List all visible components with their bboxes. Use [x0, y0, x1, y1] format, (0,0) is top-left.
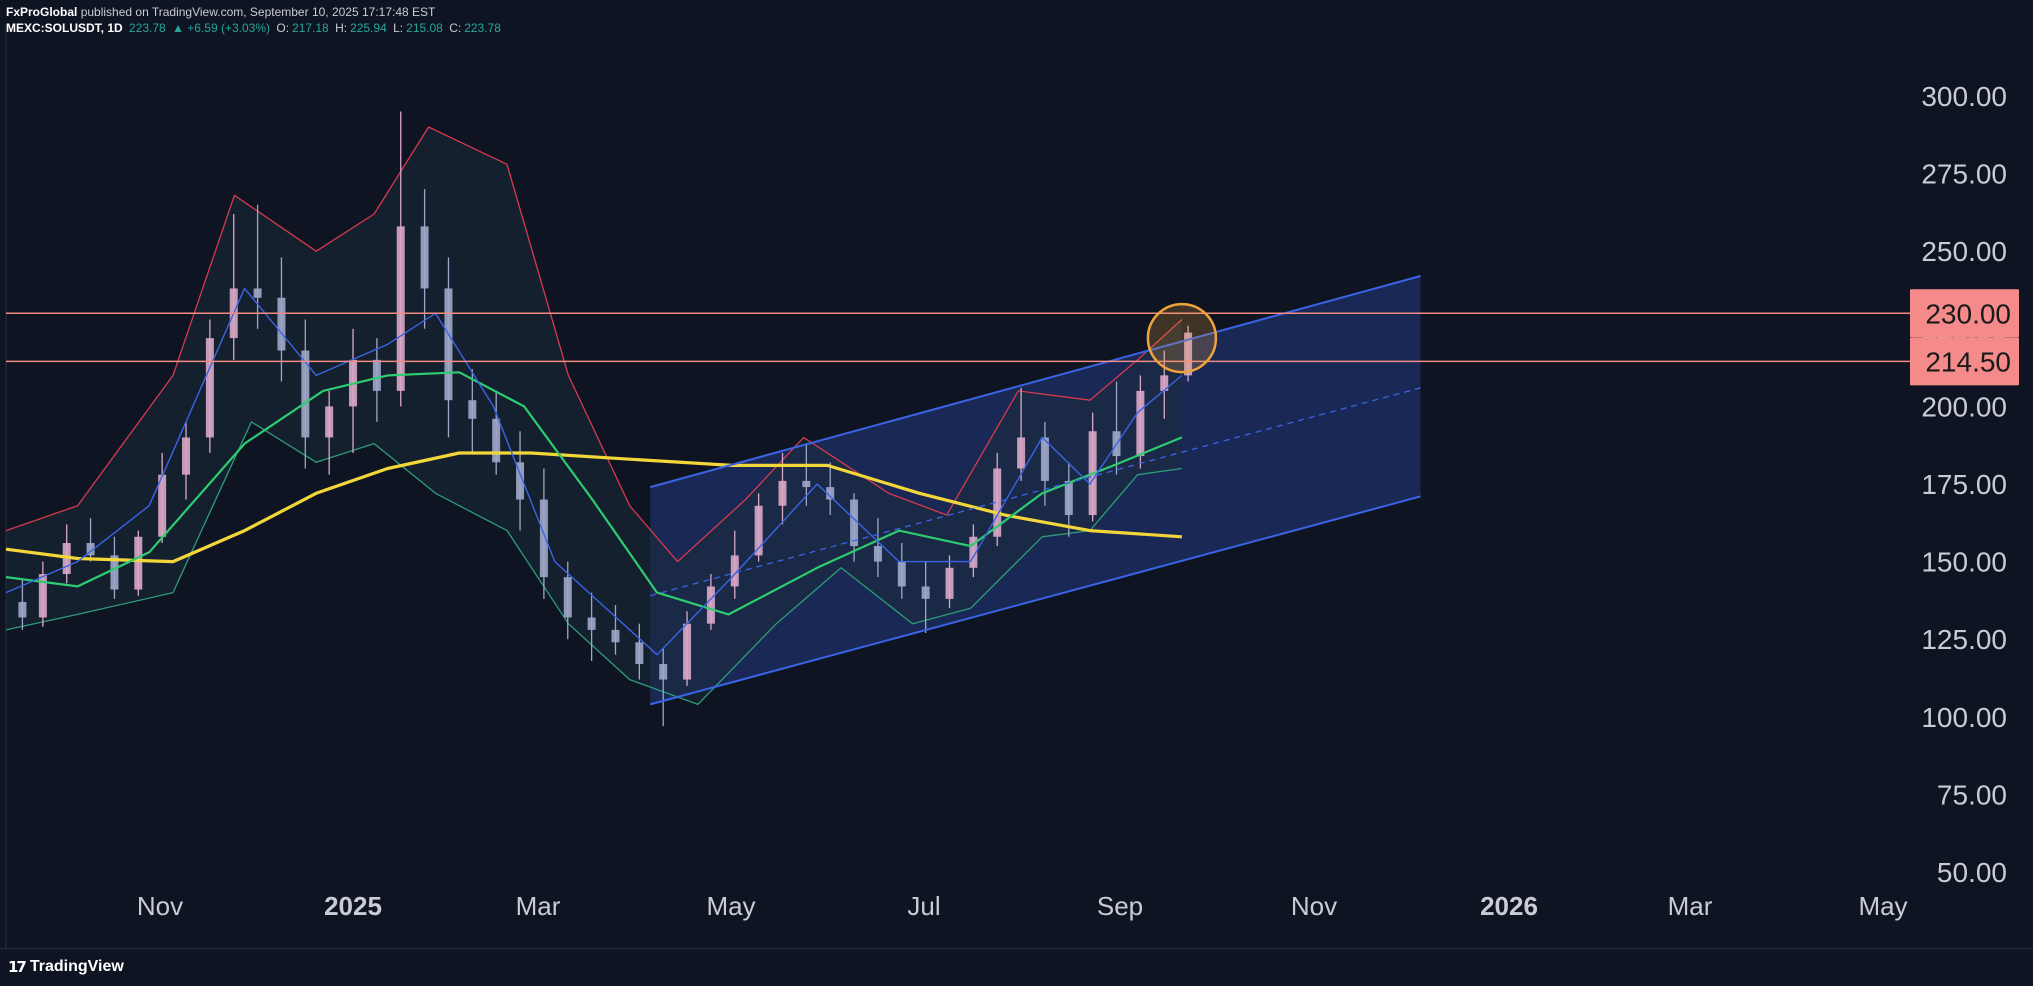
candle-body [873, 546, 882, 562]
candle-body [182, 437, 191, 475]
candle-body [659, 664, 668, 680]
y-tick-label: 175.00 [1921, 469, 2007, 500]
tradingview-logo[interactable]: 17 TradingView [8, 958, 124, 976]
publish-line: FxProGlobal published on TradingView.com… [6, 4, 504, 20]
candle-body [253, 288, 262, 298]
y-tick-label: 250.00 [1921, 236, 2007, 267]
x-tick-label: 2025 [324, 891, 382, 921]
y-tick-label: 100.00 [1921, 702, 2007, 733]
candle-body [1136, 390, 1145, 457]
symbol-label[interactable]: MEXC:SOLUSDT, 1D [6, 21, 123, 35]
x-tick-label: Mar [516, 891, 561, 921]
candle-body [205, 338, 214, 438]
candle-body [706, 586, 715, 624]
low-label: L: [393, 21, 404, 35]
candle-body [802, 480, 811, 488]
candle-body [683, 623, 692, 680]
candle-body [921, 586, 930, 599]
candle-body [18, 601, 27, 618]
candle-body [897, 561, 906, 587]
candle-body [1064, 480, 1073, 516]
price-chart[interactable]: 50.00 75.00 100.00 125.00 150.00 175.00 200.00… [0, 0, 2033, 948]
high-value: 225.94 [350, 21, 387, 35]
candle-body [372, 359, 381, 391]
candle-body [492, 418, 501, 463]
level-label: 214.50 [1925, 346, 2011, 377]
level-label: 230.00 [1925, 298, 2011, 329]
candle-body [420, 226, 429, 289]
y-tick-label: 300.00 [1921, 81, 2007, 112]
candle-body [778, 480, 787, 506]
candle-body [945, 567, 954, 599]
tradingview-logo-icon: 17 [8, 958, 27, 976]
candle-body [611, 629, 620, 643]
candle-body [635, 642, 644, 665]
candle-body [325, 406, 334, 438]
breakout-highlight [1146, 302, 1218, 374]
y-tick-label: 200.00 [1921, 391, 2007, 422]
high-label: H: [335, 21, 348, 35]
close-value: 223.78 [464, 21, 501, 35]
open-label: O: [276, 21, 290, 35]
x-tick-label: Sep [1097, 891, 1143, 921]
x-tick-label: Jul [907, 891, 940, 921]
x-tick-label: Nov [1291, 891, 1337, 921]
candle-body [539, 499, 548, 578]
y-tick-label: 275.00 [1921, 159, 2007, 190]
candle-body [134, 536, 143, 590]
candle-body [468, 400, 477, 419]
highlight-circle[interactable] [1146, 302, 1218, 374]
publisher-name[interactable]: FxProGlobal [6, 5, 77, 19]
low-value: 215.08 [406, 21, 443, 35]
y-tick-label: 125.00 [1921, 624, 2007, 655]
published-text: published on TradingView.com, September … [80, 5, 436, 19]
candle-body [444, 288, 453, 401]
candle-body [563, 577, 572, 618]
last-price: 223.78 [129, 21, 166, 35]
x-tick-label: Mar [1668, 891, 1713, 921]
chart-header: FxProGlobal published on TradingView.com… [6, 4, 504, 36]
x-tick-label: 2026 [1480, 891, 1538, 921]
y-tick-label: 75.00 [1937, 779, 2007, 810]
candle-body [587, 617, 596, 630]
y-tick-label: 50.00 [1937, 857, 2007, 888]
price-change: ▲ +6.59 (+3.03%) [172, 21, 271, 35]
candle-body [396, 226, 405, 391]
x-tick-label: May [1858, 891, 1907, 921]
footer-bar: 17 TradingView [0, 948, 2033, 986]
ohlc-line: MEXC:SOLUSDT, 1D 223.78 ▲ +6.59 (+3.03%)… [6, 20, 504, 36]
y-tick-label: 150.00 [1921, 547, 2007, 578]
x-tick-label: May [706, 891, 755, 921]
candle-body [277, 297, 286, 351]
close-label: C: [449, 21, 462, 35]
x-tick-label: Nov [137, 891, 183, 921]
candle-body [1040, 437, 1049, 481]
candle-body [850, 499, 859, 547]
candle-body [1017, 437, 1026, 469]
open-value: 217.18 [292, 21, 329, 35]
tradingview-brand: TradingView [29, 958, 124, 975]
candle-body [301, 350, 310, 438]
